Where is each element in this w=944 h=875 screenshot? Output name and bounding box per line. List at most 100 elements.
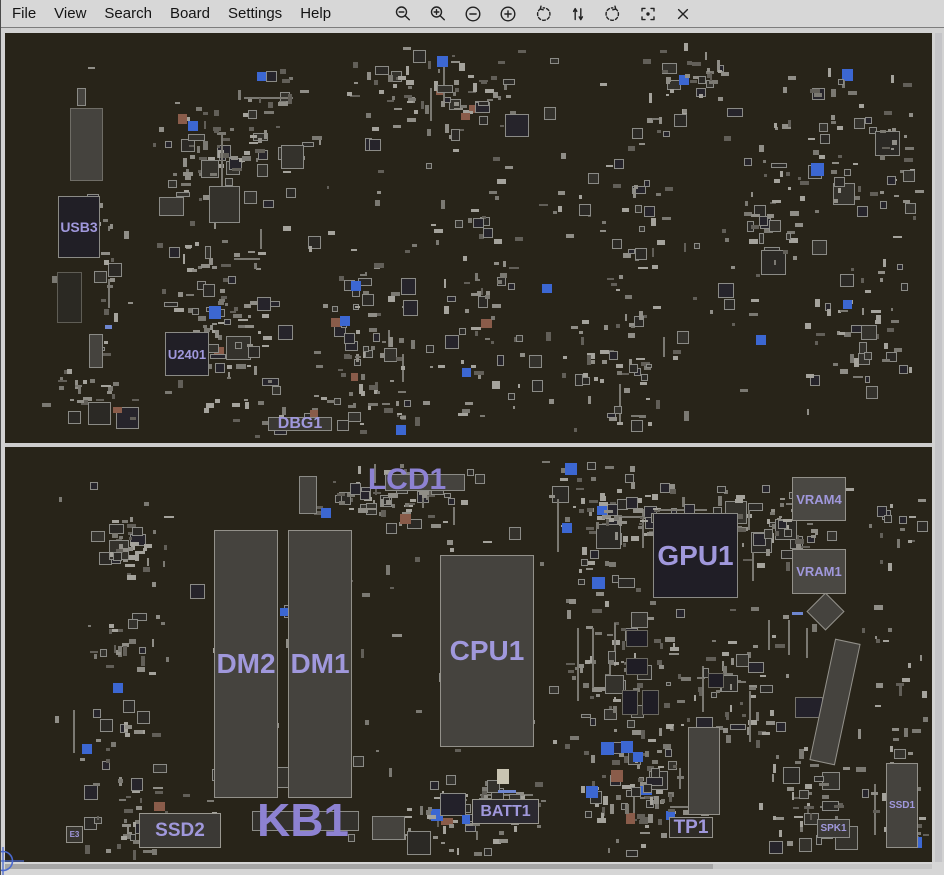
component-vram4[interactable]: VRAM4 [792, 477, 846, 521]
component-gpu1[interactable]: GPU1 [653, 513, 738, 598]
board-box[interactable] [57, 272, 82, 323]
component-u2401[interactable]: U2401 [165, 332, 209, 376]
board-box[interactable] [642, 690, 659, 715]
smd-pad [666, 79, 671, 84]
board-box[interactable] [626, 630, 648, 647]
board-box[interactable] [372, 816, 405, 840]
menu-help[interactable]: Help [291, 0, 340, 27]
component-batt1[interactable]: BATT1 [472, 799, 539, 824]
board-box[interactable] [89, 334, 103, 368]
smd-pad [178, 380, 183, 388]
vertical-scrollbar[interactable] [932, 33, 944, 862]
smd-pad [338, 369, 344, 371]
rotate-cw-icon[interactable] [604, 5, 622, 23]
horizontal-scrollbar[interactable] [0, 862, 944, 875]
board-box[interactable] [209, 186, 240, 223]
zoom-out-icon[interactable] [394, 5, 412, 23]
board-box[interactable] [299, 476, 317, 514]
board-box[interactable] [708, 673, 724, 688]
board-box[interactable] [788, 620, 790, 655]
board-canvas[interactable]: USB3 U2401 DBG1 DM2DM1 CPU1 GPU1 VRAM4 VRAM1 SSD… [5, 33, 932, 862]
smd-pad [582, 320, 589, 324]
rotate-ccw-icon[interactable] [534, 5, 552, 23]
component-vram1[interactable]: VRAM1 [792, 549, 846, 594]
circle-plus-icon[interactable] [499, 5, 517, 23]
smd-pad [629, 359, 631, 366]
board-box[interactable] [440, 793, 466, 816]
smd-pad [622, 373, 630, 375]
smd-ic [769, 220, 781, 232]
board-box[interactable] [592, 628, 594, 688]
smd-pad [657, 130, 661, 133]
smd-pad [234, 253, 240, 257]
circle-minus-icon[interactable] [464, 5, 482, 23]
center-focus-icon[interactable] [639, 5, 657, 23]
component-cpu1[interactable]: CPU1 [440, 555, 534, 747]
component-dm2[interactable]: DM2 [214, 530, 278, 798]
menu-view[interactable]: View [45, 0, 95, 27]
smd-pad [604, 510, 614, 513]
smd-pad [779, 830, 782, 837]
smd-pad [614, 729, 617, 733]
smd-pad [449, 849, 454, 852]
smd-pad [669, 794, 673, 801]
smd-ic [131, 778, 144, 791]
smd-pad [457, 848, 459, 856]
board-box[interactable] [401, 278, 416, 295]
smd-pad [875, 705, 882, 707]
zoom-in-icon[interactable] [429, 5, 447, 23]
component-ssd1[interactable]: SSD1 [886, 763, 918, 848]
board-box[interactable] [768, 620, 770, 650]
component-spk1[interactable]: SPK1 [817, 819, 850, 838]
board-box[interactable] [403, 300, 418, 316]
smd-pad [263, 336, 272, 339]
smd-pad [871, 792, 877, 794]
smd-pad [494, 239, 501, 243]
smd-pad [88, 67, 95, 70]
smd-pad [113, 407, 122, 413]
menu-search[interactable]: Search [95, 0, 161, 27]
smd-pad [613, 184, 621, 188]
smd-pad [366, 113, 371, 118]
flip-vertical-icon[interactable] [569, 5, 587, 23]
component-dm1[interactable]: DM1 [288, 530, 352, 798]
board-box[interactable] [70, 108, 103, 181]
component-dbg1[interactable]: DBG1 [268, 417, 332, 431]
smd-pad [591, 755, 596, 763]
board-box[interactable] [159, 197, 184, 216]
component-label-lcd1[interactable]: LCD1 [368, 463, 446, 497]
board-box[interactable] [626, 658, 648, 675]
smd-pad [233, 419, 240, 422]
smd-pad [800, 827, 804, 832]
smd-pad [214, 110, 219, 115]
board-box[interactable] [806, 628, 808, 658]
smd-ic [644, 180, 651, 187]
board-box[interactable] [577, 628, 579, 701]
smd-pad [143, 850, 152, 853]
component-usb3[interactable]: USB3 [58, 196, 100, 258]
menu-board[interactable]: Board [161, 0, 219, 27]
smd-pad [640, 832, 650, 834]
board-box[interactable] [622, 690, 638, 715]
smd-ic [718, 283, 734, 299]
close-icon[interactable] [674, 5, 692, 23]
component-ssd2[interactable]: SSD2 [139, 813, 221, 848]
horizontal-scrollbar-thumb[interactable] [5, 864, 713, 869]
smd-pad [461, 113, 470, 121]
menu-settings[interactable]: Settings [219, 0, 291, 27]
component-label-kb1[interactable]: KB1 [257, 793, 349, 847]
menu-file[interactable]: File [3, 0, 45, 27]
board-box[interactable] [688, 727, 720, 815]
board-box[interactable] [77, 88, 86, 106]
smd-pad [566, 663, 575, 666]
component-e3[interactable]: E3 [66, 826, 83, 843]
smd-pad [626, 813, 635, 824]
smd-pad [443, 826, 446, 834]
horizontal-scrollbar-track[interactable] [713, 864, 932, 869]
smd-pad [140, 798, 142, 803]
smd-pad [908, 752, 913, 755]
smd-pad [594, 377, 597, 381]
smd-pad [571, 326, 578, 329]
component-tp1[interactable]: TP1 [669, 817, 713, 838]
vertical-scrollbar-track[interactable] [935, 33, 942, 862]
